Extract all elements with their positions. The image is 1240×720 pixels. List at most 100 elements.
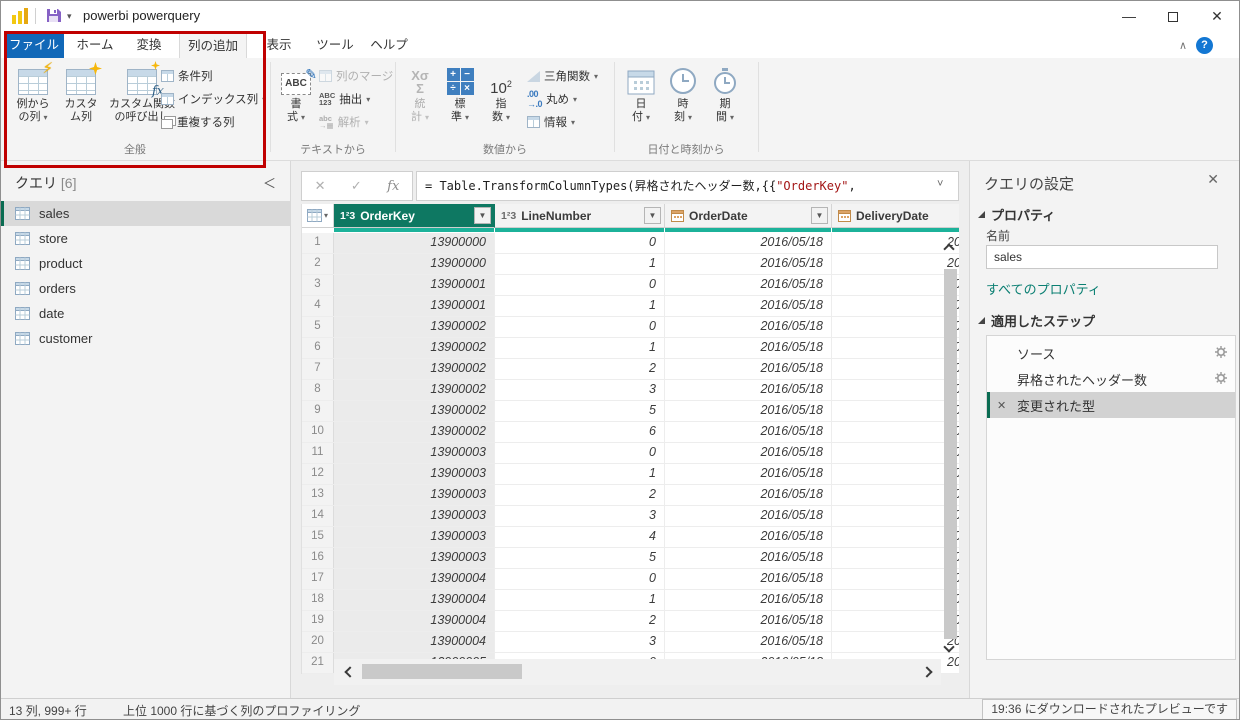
table-cell[interactable]: 20: [832, 275, 959, 295]
table-cell[interactable]: 13900002: [334, 380, 495, 400]
table-cell[interactable]: 3: [495, 506, 665, 526]
table-cell[interactable]: 13900004: [334, 632, 495, 652]
table-cell[interactable]: 5: [495, 401, 665, 421]
table-cell[interactable]: 0: [495, 233, 665, 253]
row-number[interactable]: 16: [302, 548, 334, 568]
information-button[interactable]: 情報 ▾: [527, 112, 575, 132]
row-number[interactable]: 1: [302, 233, 334, 253]
table-cell[interactable]: 20: [832, 590, 959, 610]
table-cell[interactable]: 13900001: [334, 296, 495, 316]
profiling-status[interactable]: 上位 1000 行に基づく列のプロファイリング: [123, 702, 360, 719]
index-column-button[interactable]: インデックス列 ▾: [161, 89, 266, 109]
table-cell[interactable]: 0: [495, 443, 665, 463]
duplicate-column-button[interactable]: 重複する列: [161, 112, 235, 132]
fx-icon[interactable]: fx: [387, 179, 399, 194]
table-cell[interactable]: 20: [832, 254, 959, 274]
table-cell[interactable]: 2016/05/18: [665, 506, 832, 526]
table-cell[interactable]: 20: [832, 632, 959, 652]
table-cell[interactable]: 13900002: [334, 422, 495, 442]
tab-view[interactable]: 表示: [255, 32, 303, 58]
table-cell[interactable]: 2016/05/18: [665, 317, 832, 337]
query-item-sales[interactable]: sales: [1, 201, 290, 226]
row-number[interactable]: 13: [302, 485, 334, 505]
applied-step[interactable]: ソース: [987, 340, 1235, 366]
filter-dropdown-icon[interactable]: ▼: [474, 207, 491, 224]
row-number[interactable]: 19: [302, 611, 334, 631]
table-cell[interactable]: 13900004: [334, 569, 495, 589]
scroll-right-icon[interactable]: [921, 666, 932, 677]
table-cell[interactable]: 2016/05/18: [665, 464, 832, 484]
row-number[interactable]: 3: [302, 275, 334, 295]
query-item-store[interactable]: store: [1, 226, 290, 251]
gear-icon[interactable]: [1215, 346, 1227, 358]
horizontal-scrollbar[interactable]: [334, 659, 941, 685]
table-cell[interactable]: 20: [832, 443, 959, 463]
table-cell[interactable]: 2016/05/18: [665, 485, 832, 505]
maximize-button[interactable]: [1151, 1, 1195, 31]
row-number[interactable]: 5: [302, 317, 334, 337]
table-cell[interactable]: 13900002: [334, 401, 495, 421]
table-cell[interactable]: 2016/05/18: [665, 296, 832, 316]
table-cell[interactable]: 2: [495, 359, 665, 379]
scientific-button[interactable]: 102 指 数 ▾: [483, 63, 519, 124]
format-button[interactable]: ABC✎ 書 式 ▾: [279, 63, 313, 124]
table-cell[interactable]: 2016/05/18: [665, 254, 832, 274]
row-number[interactable]: 12: [302, 464, 334, 484]
help-icon[interactable]: ?: [1196, 37, 1213, 54]
check-icon[interactable]: ✓: [351, 178, 362, 194]
quick-access-dropdown-icon[interactable]: ▾: [67, 11, 72, 22]
all-properties-link[interactable]: すべてのプロパティ: [986, 279, 1101, 298]
table-cell[interactable]: 20: [832, 527, 959, 547]
table-cell[interactable]: 5: [495, 548, 665, 568]
table-cell[interactable]: 13900004: [334, 611, 495, 631]
tab-file[interactable]: ファイル: [4, 32, 64, 58]
collapse-pane-icon[interactable]: ＜: [263, 173, 276, 192]
column-header-orderkey[interactable]: 1²3 OrderKey ▼: [334, 204, 495, 228]
table-cell[interactable]: 20: [832, 548, 959, 568]
table-cell[interactable]: 13900003: [334, 548, 495, 568]
query-item-orders[interactable]: orders: [1, 276, 290, 301]
table-cell[interactable]: 1: [495, 254, 665, 274]
close-button[interactable]: ✕: [1195, 1, 1239, 31]
conditional-column-button[interactable]: 条件列: [161, 66, 213, 86]
table-cell[interactable]: 2: [495, 611, 665, 631]
row-number[interactable]: 18: [302, 590, 334, 610]
table-cell[interactable]: 13900003: [334, 464, 495, 484]
scroll-left-icon[interactable]: [344, 666, 355, 677]
table-cell[interactable]: 13900003: [334, 506, 495, 526]
row-number[interactable]: 6: [302, 338, 334, 358]
applied-steps-section-header[interactable]: 適用したステップ: [978, 311, 1095, 330]
table-cell[interactable]: 13900002: [334, 317, 495, 337]
filter-dropdown-icon[interactable]: ▼: [644, 207, 661, 224]
table-cell[interactable]: 1: [495, 464, 665, 484]
table-cell[interactable]: 6: [495, 422, 665, 442]
scroll-up-icon[interactable]: [943, 243, 954, 254]
row-number[interactable]: 15: [302, 527, 334, 547]
table-cell[interactable]: 13900002: [334, 338, 495, 358]
table-cell[interactable]: 20: [832, 359, 959, 379]
scroll-down-icon[interactable]: [943, 641, 954, 652]
table-cell[interactable]: 20: [832, 506, 959, 526]
row-number[interactable]: 20: [302, 632, 334, 652]
delete-step-icon[interactable]: ✕: [997, 399, 1006, 412]
table-cell[interactable]: 20: [832, 296, 959, 316]
query-item-date[interactable]: date: [1, 301, 290, 326]
table-cell[interactable]: 20: [832, 380, 959, 400]
column-header-orderdate[interactable]: OrderDate ▼: [665, 204, 832, 228]
table-cell[interactable]: 2016/05/18: [665, 401, 832, 421]
tab-home[interactable]: ホーム: [69, 32, 121, 58]
standard-button[interactable]: +−÷× 標 準 ▾: [443, 63, 477, 124]
column-header-deliverydate[interactable]: DeliveryDate: [832, 204, 959, 228]
table-cell[interactable]: 2016/05/18: [665, 527, 832, 547]
properties-section-header[interactable]: プロパティ: [978, 205, 1055, 224]
column-from-examples-button[interactable]: ⚡ 例から の列 ▾: [9, 63, 57, 124]
table-cell[interactable]: 20: [832, 422, 959, 442]
table-cell[interactable]: 2016/05/18: [665, 359, 832, 379]
expand-formula-icon[interactable]: ˅: [937, 178, 943, 190]
table-cell[interactable]: 13900000: [334, 233, 495, 253]
table-cell[interactable]: 20: [832, 317, 959, 337]
table-cell[interactable]: 2016/05/18: [665, 632, 832, 652]
table-cell[interactable]: 2016/05/18: [665, 275, 832, 295]
time-button[interactable]: 時 刻 ▾: [665, 63, 701, 124]
table-cell[interactable]: 0: [495, 275, 665, 295]
